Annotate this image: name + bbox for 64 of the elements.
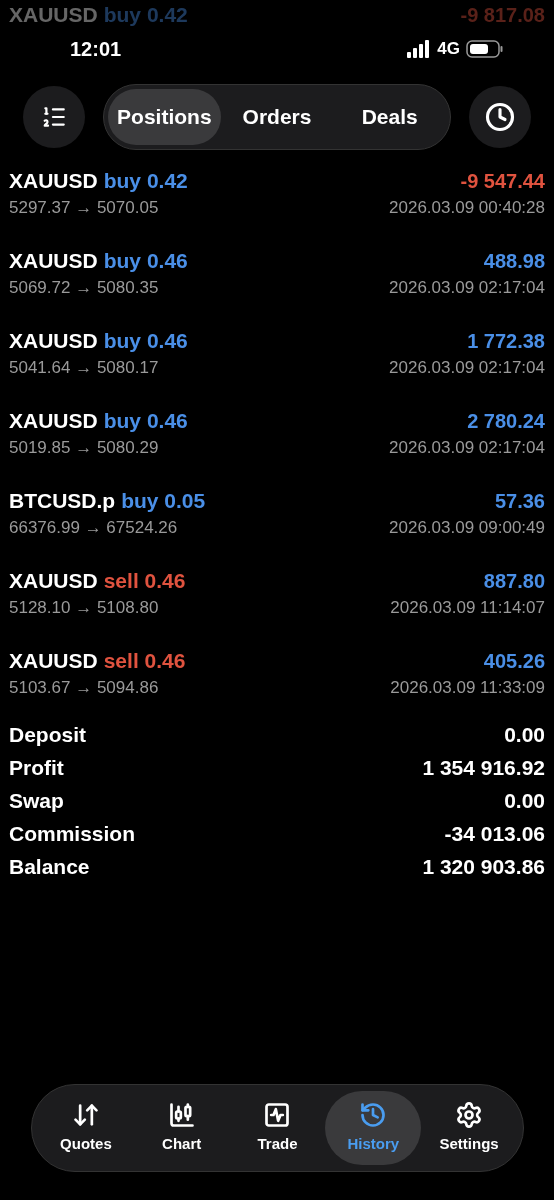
clock-icon (485, 101, 515, 132)
battery-icon (466, 40, 504, 58)
settings-icon (455, 1100, 484, 1129)
profit: 405.26 (483, 649, 545, 674)
trade-side: sell 0.46 (103, 568, 186, 595)
status-time: 12:01 (70, 37, 122, 62)
tab-bar-item[interactable]: Settings (421, 1091, 517, 1165)
history-icon (359, 1100, 388, 1129)
profit: 57.36 (494, 489, 545, 514)
tab-bar-item[interactable]: Quotes (38, 1091, 134, 1165)
symbol: XAUUSD (9, 408, 98, 435)
profit: 488.98 (483, 249, 545, 274)
summary-label: Swap (9, 787, 64, 814)
summary-value: 1 354 916.92 (422, 754, 545, 781)
segment-tab[interactable]: Positions (108, 88, 221, 145)
deal-time: 2026.03.09 11:33:09 (390, 677, 545, 700)
tab-bar-item[interactable]: Trade (229, 1091, 326, 1165)
price-range: 5128.10 → 5108.80 (9, 597, 159, 620)
network-type: 4G (437, 38, 460, 61)
summary-value: 0.00 (504, 787, 545, 814)
trade-side: buy 0.46 (103, 408, 188, 435)
price-range: 5041.64 → 5080.17 (9, 357, 159, 380)
deal-time: 2026.03.09 00:40:28 (389, 197, 545, 220)
segment-tab[interactable]: Orders (220, 88, 334, 145)
symbol: XAUUSD (9, 248, 98, 275)
price-range: 5019.85 → 5080.29 (9, 437, 159, 460)
deal-time: 2026.03.09 09:00:49 (389, 517, 545, 540)
price-range: 66376.99 → 67524.26 (9, 517, 178, 540)
price-range: 5069.72 → 5080.35 (9, 277, 159, 300)
summary-value: 0.00 (504, 721, 545, 748)
profit: -9 817.08 (460, 3, 545, 28)
symbol: XAUUSD (9, 648, 98, 675)
trade-side: buy 0.42 (103, 168, 188, 195)
tab-bar-item[interactable]: Chart (133, 1091, 230, 1165)
deal-time: 2026.03.09 02:17:04 (389, 437, 545, 460)
symbol: XAUUSD (9, 328, 98, 355)
summary-value: -34 013.06 (444, 820, 545, 847)
signal-icon (407, 40, 432, 58)
segment-tab[interactable]: Deals (333, 88, 446, 145)
profit: 2 780.24 (467, 409, 545, 434)
trade-side: sell 0.46 (103, 648, 186, 675)
trade-side: buy 0.42 (103, 2, 188, 29)
tab-bar-item[interactable]: History (325, 1091, 422, 1165)
symbol: XAUUSD (9, 2, 98, 29)
profit: -9 547.44 (460, 169, 545, 194)
summary-label: Balance (9, 853, 90, 880)
symbol: XAUUSD (9, 568, 98, 595)
summary-value: 1 320 903.86 (422, 853, 545, 880)
deal-time: 2026.03.09 02:17:04 (389, 277, 545, 300)
price-range: 5103.67 → 5094.86 (9, 677, 159, 700)
trade-side: buy 0.46 (103, 248, 188, 275)
symbol: XAUUSD (9, 168, 98, 195)
summary-label: Commission (9, 820, 136, 847)
trade-side: buy 0.46 (103, 328, 188, 355)
summary-label: Profit (9, 754, 64, 781)
trade-side: buy 0.05 (121, 488, 206, 515)
price-range: 5297.37 → 5070.05 (9, 197, 159, 220)
deal-time: 2026.03.09 02:17:04 (389, 357, 545, 380)
profit: 887.80 (483, 569, 545, 594)
candlestick-icon (167, 1100, 196, 1129)
summary-label: Deposit (9, 721, 86, 748)
profit: 1 772.38 (467, 329, 545, 354)
symbol: BTCUSD.p (9, 488, 116, 515)
deal-time: 2026.03.09 11:14:07 (390, 597, 545, 620)
